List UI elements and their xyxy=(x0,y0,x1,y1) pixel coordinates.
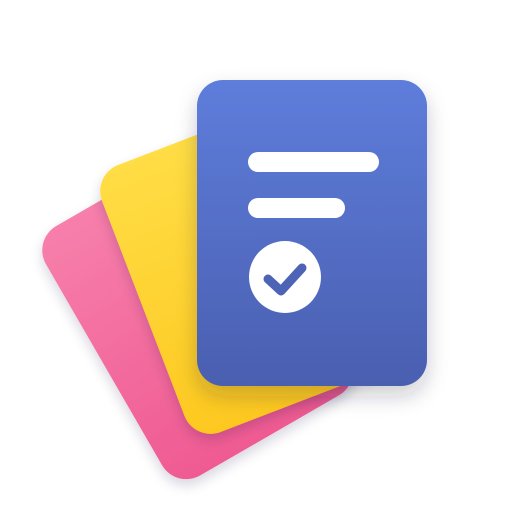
check-circle-icon xyxy=(249,241,321,313)
short-text-line xyxy=(248,198,345,218)
stacked-cards-checklist-icon xyxy=(42,80,427,480)
long-text-line xyxy=(248,152,379,172)
app-icon xyxy=(0,0,512,512)
blue-document-card xyxy=(197,80,427,386)
